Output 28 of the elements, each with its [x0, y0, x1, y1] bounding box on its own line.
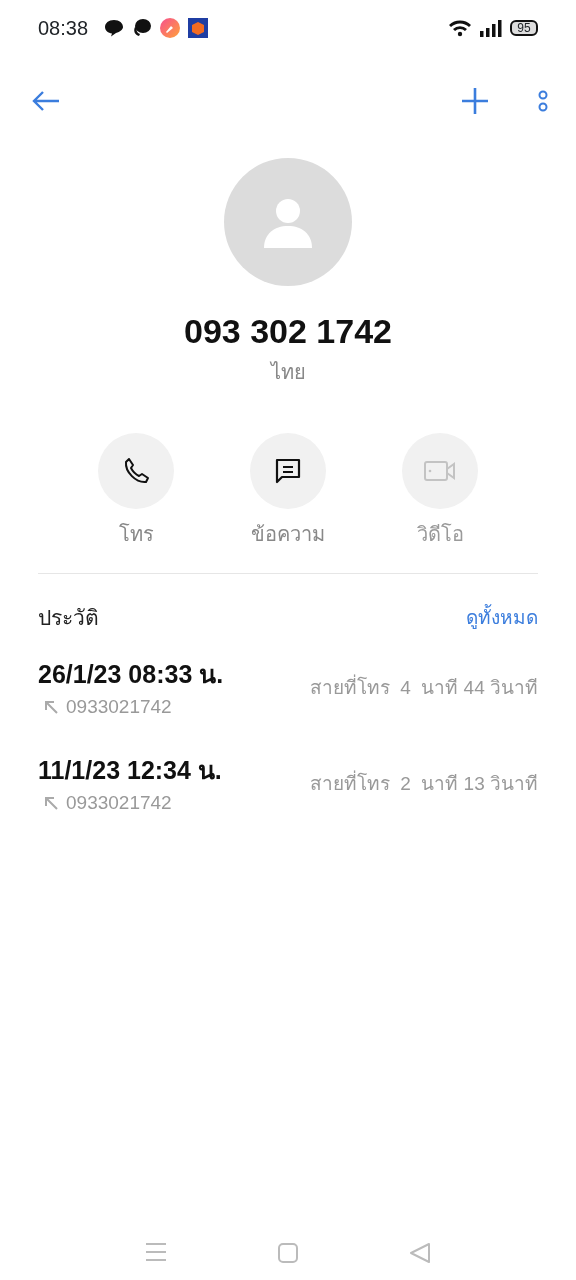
action-label: ข้อความ: [251, 522, 325, 547]
outgoing-arrow-icon: [44, 700, 58, 715]
back-arrow-icon[interactable]: [32, 90, 60, 112]
action-label: โทร: [118, 522, 154, 547]
chat-call-icon: [132, 18, 153, 38]
battery-indicator: 95: [510, 20, 538, 36]
call-datetime: 11/1/23 12:34 น.: [38, 754, 222, 786]
signal-icon: [480, 19, 502, 37]
section-title: ประวัติ: [38, 605, 99, 631]
message-icon: [274, 457, 302, 485]
call-duration: สายที่โทร 4 นาที 44 วินาที: [309, 674, 538, 703]
call-duration: สายที่โทร 2 นาที 13 วินาที: [309, 770, 538, 799]
person-silhouette-icon: [262, 196, 314, 248]
more-options-icon[interactable]: [538, 90, 548, 112]
action-label: วิดีโอ: [416, 522, 464, 547]
wifi-icon: [448, 19, 472, 37]
region-label: ไทย: [270, 360, 306, 385]
outgoing-arrow-icon: [44, 796, 58, 811]
brush-app-icon: [160, 18, 181, 38]
view-all-link[interactable]: ดูทั้งหมด: [466, 603, 538, 632]
phone-number: 093 302 1742: [184, 311, 392, 352]
call-number: 0933021742: [66, 695, 172, 719]
clock: 08:38: [38, 16, 89, 41]
call-datetime: 26/1/23 08:33 น.: [38, 658, 224, 690]
call-number: 0933021742: [66, 791, 172, 815]
chat-bubble-icon: [104, 19, 125, 37]
add-icon[interactable]: [462, 88, 488, 114]
video-camera-icon: [424, 460, 456, 482]
